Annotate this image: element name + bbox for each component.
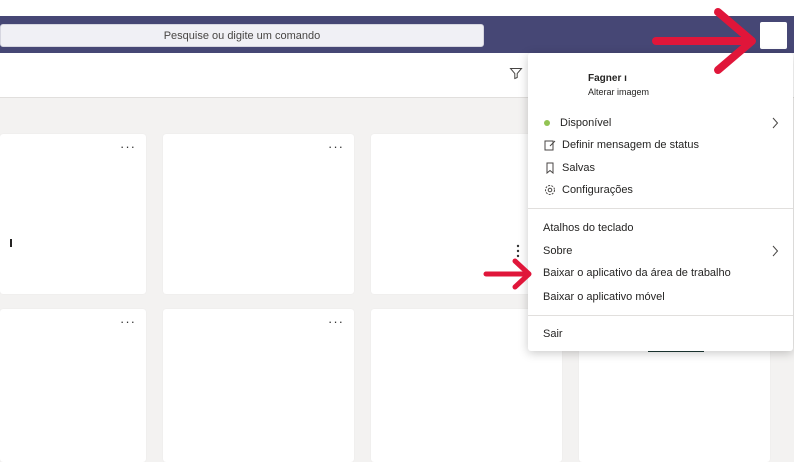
menu-divider xyxy=(528,208,793,209)
profile-menu: Fagner ı Alterar imagem Disponível Defin… xyxy=(528,53,793,351)
gear-icon xyxy=(543,183,557,197)
settings-item[interactable]: Configurações xyxy=(543,182,633,198)
more-options-icon[interactable]: ··· xyxy=(328,140,344,153)
status-item[interactable]: Disponível xyxy=(543,115,611,131)
sign-out-item[interactable]: Sair xyxy=(543,326,563,342)
about-label: Sobre xyxy=(543,245,573,257)
filter-icon[interactable] xyxy=(509,66,523,80)
team-card[interactable]: ··· xyxy=(0,309,146,462)
keyboard-shortcuts-label: Atalhos do teclado xyxy=(543,222,634,234)
change-image-link[interactable]: Alterar imagem xyxy=(588,87,649,97)
download-desktop-item[interactable]: Baixar o aplicativo da área de trabalho xyxy=(543,265,731,281)
bookmark-icon xyxy=(543,161,557,175)
red-arrow-annotation xyxy=(483,258,532,290)
status-available-icon xyxy=(544,120,550,126)
edit-message-icon xyxy=(543,138,557,152)
user-name: Fagner ı xyxy=(588,73,627,84)
download-desktop-label: Baixar o aplicativo da área de trabalho xyxy=(543,267,731,279)
team-card[interactable]: ··· xyxy=(163,309,354,462)
saved-item[interactable]: Salvas xyxy=(543,160,595,176)
sign-out-label: Sair xyxy=(543,328,563,340)
about-item[interactable]: Sobre xyxy=(543,243,572,259)
set-status-message-item[interactable]: Definir mensagem de status xyxy=(543,137,699,153)
saved-label: Salvas xyxy=(562,162,596,174)
more-options-icon[interactable]: ··· xyxy=(328,315,344,328)
menu-divider xyxy=(528,315,793,316)
team-card[interactable]: ··· xyxy=(163,134,354,294)
download-mobile-item[interactable]: Baixar o aplicativo móvel xyxy=(543,289,665,305)
status-label: Disponível xyxy=(560,117,612,129)
profile-avatar-button[interactable] xyxy=(760,22,787,49)
keyboard-shortcuts-item[interactable]: Atalhos do teclado xyxy=(543,220,634,236)
more-options-icon[interactable]: ··· xyxy=(120,140,136,153)
chevron-right-icon xyxy=(772,117,779,129)
team-card[interactable]: ··· xyxy=(0,134,146,294)
settings-label: Configurações xyxy=(562,184,633,196)
more-options-icon[interactable]: ··· xyxy=(120,315,136,328)
set-status-message-label: Definir mensagem de status xyxy=(562,139,699,151)
card-text-fragment xyxy=(10,239,12,247)
chevron-right-icon xyxy=(772,245,779,257)
download-mobile-label: Baixar o aplicativo móvel xyxy=(543,291,665,303)
search-placeholder: Pesquise ou digite um comando xyxy=(163,29,321,42)
red-arrow-annotation xyxy=(652,8,756,74)
search-input[interactable]: Pesquise ou digite um comando xyxy=(0,24,484,47)
